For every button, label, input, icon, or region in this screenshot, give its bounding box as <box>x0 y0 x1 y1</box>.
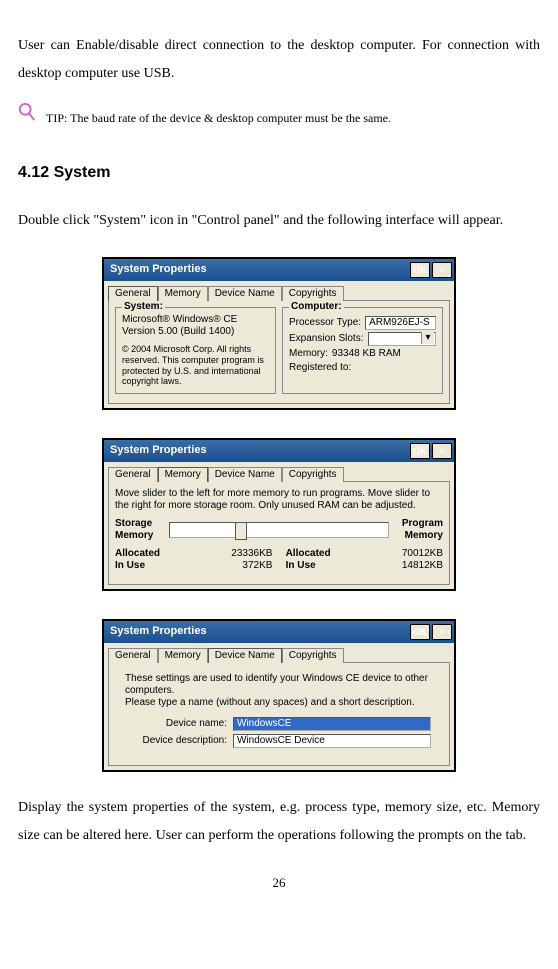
tab-strip: General Memory Device Name Copyrights <box>104 281 454 300</box>
inuse-label-right: In Use <box>286 560 316 572</box>
section-intro: Double click "System" icon in "Control p… <box>18 207 540 235</box>
close-button[interactable]: × <box>432 443 452 459</box>
tip-text: TIP: The baud rate of the device & deskt… <box>46 106 391 130</box>
system-legend: System: <box>122 301 165 313</box>
tab-device-name[interactable]: Device Name <box>208 648 282 663</box>
allocated-value-right: 70012KB <box>402 548 443 560</box>
tab-copyrights[interactable]: Copyrights <box>282 467 344 482</box>
tab-strip: General Memory Device Name Copyrights <box>104 643 454 662</box>
ok-button[interactable]: OK <box>410 262 430 278</box>
tab-memory[interactable]: Memory <box>158 286 208 301</box>
dialog-title: System Properties <box>110 625 207 638</box>
slider-thumb[interactable] <box>235 522 247 540</box>
section-heading: 4.12 System <box>18 157 540 189</box>
allocated-label-right: Allocated <box>286 548 331 560</box>
close-button[interactable]: × <box>432 262 452 278</box>
titlebar: System Properties OK × <box>104 440 454 462</box>
tab-copyrights[interactable]: Copyrights <box>282 286 344 301</box>
inuse-value-left: 372KB <box>242 560 272 572</box>
intro-paragraph: User can Enable/disable direct connectio… <box>18 32 540 88</box>
tip-row: TIP: The baud rate of the device & deskt… <box>18 102 540 133</box>
tab-general[interactable]: General <box>108 648 158 663</box>
computer-fieldset: Computer: Processor Type: ARM926EJ-S Exp… <box>282 307 443 394</box>
device-description-label: Device description: <box>127 735 227 747</box>
memory-label: Memory: <box>289 348 328 360</box>
allocated-value-left: 23336KB <box>231 548 272 560</box>
titlebar: System Properties OK × <box>104 621 454 643</box>
system-properties-dialog-device-name: System Properties OK × General Memory De… <box>102 619 456 772</box>
allocated-label-left: Allocated <box>115 548 160 560</box>
memory-slider[interactable] <box>169 522 389 538</box>
device-description-field[interactable]: WindowsCE Device <box>233 734 431 748</box>
os-line1: Microsoft® Windows® CE <box>122 314 269 326</box>
system-properties-dialog-memory: System Properties OK × General Memory De… <box>102 438 456 591</box>
system-fieldset: System: Microsoft® Windows® CE Version 5… <box>115 307 276 394</box>
memory-value: 93348 KB RAM <box>332 348 401 360</box>
tab-strip: General Memory Device Name Copyrights <box>104 462 454 481</box>
copyright-text: © 2004 Microsoft Corp. All rights reserv… <box>122 344 269 387</box>
processor-type-field[interactable]: ARM926EJ-S <box>365 316 436 330</box>
tab-copyrights[interactable]: Copyrights <box>282 648 344 663</box>
expansion-slots-select[interactable] <box>368 332 437 346</box>
registered-to-label: Registered to: <box>289 362 351 374</box>
device-name-label: Device name: <box>127 718 227 730</box>
titlebar: System Properties OK × <box>104 259 454 281</box>
processor-type-label: Processor Type: <box>289 317 361 329</box>
device-name-field[interactable]: WindowsCE <box>233 717 431 731</box>
dialog-title: System Properties <box>110 444 207 457</box>
computer-legend: Computer: <box>289 301 344 313</box>
tip-icon <box>18 102 36 133</box>
tab-memory[interactable]: Memory <box>158 467 208 482</box>
ok-button[interactable]: OK <box>410 443 430 459</box>
inuse-label-left: In Use <box>115 560 145 572</box>
tab-general[interactable]: General <box>108 467 158 482</box>
tab-device-name[interactable]: Device Name <box>208 286 282 301</box>
expansion-slots-label: Expansion Slots: <box>289 333 364 345</box>
ok-button[interactable]: OK <box>410 624 430 640</box>
inuse-value-right: 14812KB <box>402 560 443 572</box>
tab-device-name[interactable]: Device Name <box>208 467 282 482</box>
memory-instructions: Move slider to the left for more memory … <box>115 488 443 512</box>
storage-memory-label: Storage Memory <box>115 518 165 542</box>
os-line2: Version 5.00 (Build 1400) <box>122 326 269 338</box>
page-number: 26 <box>18 870 540 896</box>
tab-general[interactable]: General <box>108 286 158 301</box>
close-button[interactable]: × <box>432 624 452 640</box>
system-properties-dialog-general: System Properties OK × General Memory De… <box>102 257 456 410</box>
dialog-title: System Properties <box>110 263 207 276</box>
tab-memory[interactable]: Memory <box>158 648 208 663</box>
program-memory-label: Program Memory <box>393 518 443 542</box>
closing-paragraph: Display the system properties of the sys… <box>18 794 540 850</box>
device-name-instructions: These settings are used to identify your… <box>125 673 433 709</box>
